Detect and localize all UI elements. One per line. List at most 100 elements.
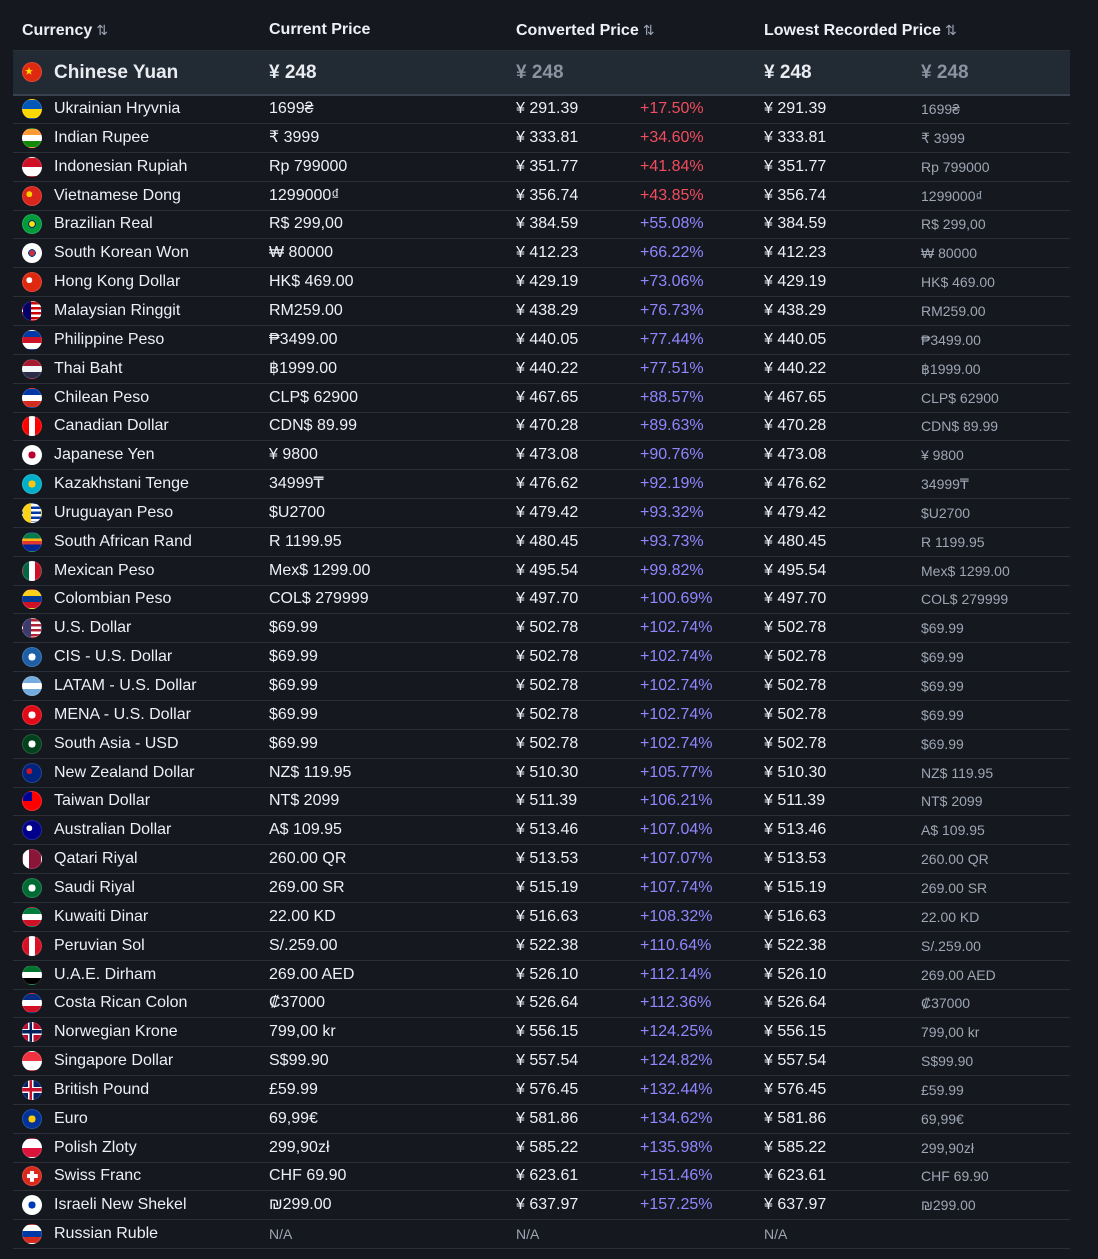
table-row[interactable]: British Pound £59.99 ¥ 576.45 +132.44% ¥ 576… — [13, 1076, 1070, 1105]
table-row[interactable]: South African Rand R 1199.95 ¥ 480.45 +93.7… — [13, 528, 1070, 557]
currency-column-header[interactable]: Currency ⇅ — [22, 20, 108, 40]
table-row[interactable]: Indonesian Rupiah Rp 799000 ¥ 351.77 +41.84… — [13, 153, 1070, 182]
table-row[interactable]: Taiwan Dollar NT$ 2099 ¥ 511.39 +106.21% ¥ 5… — [13, 787, 1070, 817]
currency-name: Swiss Franc — [54, 1167, 142, 1185]
price-difference-percent: +105.77% — [640, 763, 713, 781]
converted-price: ¥ 515.19 — [516, 878, 579, 896]
country-flag-icon — [22, 214, 42, 235]
lowest-recorded-price: ¥ 356.74 — [764, 186, 827, 204]
table-row[interactable]: U.A.E. Dirham 269.00 AED ¥ 526.10 +112.14% ¥… — [13, 961, 1070, 990]
table-row[interactable]: Qatari Riyal 260.00 QR ¥ 513.53 +107.07% ¥ 5… — [13, 845, 1070, 875]
table-row[interactable]: MENA - U.S. Dollar $69.99 ¥ 502.78 +102.74%… — [13, 701, 1070, 730]
currency-name: Kazakhstani Tenge — [54, 475, 189, 493]
converted-price: ¥ 556.15 — [516, 1023, 579, 1041]
table-row[interactable]: Russian Ruble N/A N/A N/A — [13, 1220, 1070, 1250]
lowest-recorded-raw-price: S$99.90 — [921, 1053, 974, 1070]
currency-name: New Zealand Dollar — [54, 763, 195, 781]
table-row[interactable]: Australian Dollar A$ 109.95 ¥ 513.46 +107.0… — [13, 816, 1070, 846]
table-row[interactable]: Israeli New Shekel ₪299.00 ¥ 637.97 +157.25… — [13, 1191, 1070, 1221]
currency-name: Brazilian Real — [54, 215, 153, 233]
current-price: Rp 799000 — [269, 157, 348, 175]
table-row[interactable]: South Korean Won ₩ 80000 ¥ 412.23 +66.22% ¥ … — [13, 239, 1070, 269]
lowest-recorded-raw-price: 799,00 kr — [921, 1024, 980, 1041]
converted-price: ¥ 526.64 — [516, 994, 579, 1012]
lowest-recorded-raw-price: 69,99€ — [921, 1110, 964, 1127]
lowest-recorded-price-column-header[interactable]: Lowest Recorded Price ⇅ — [764, 20, 957, 40]
current-price: ₹ 3999 — [269, 128, 320, 146]
currency-name: Canadian Dollar — [54, 417, 169, 435]
country-flag-icon — [22, 358, 42, 379]
country-flag-icon — [22, 1079, 42, 1100]
current-price: $U2700 — [269, 503, 326, 521]
current-price: COL$ 279999 — [269, 590, 369, 608]
price-difference-percent: +88.57% — [640, 388, 704, 406]
country-flag-icon — [22, 647, 42, 668]
price-difference-percent: +110.64% — [640, 936, 712, 954]
table-row[interactable]: LATAM - U.S. Dollar $69.99 ¥ 502.78 +102.74… — [13, 672, 1070, 701]
currency-name: Vietnamese Dong — [54, 186, 181, 204]
table-row[interactable]: Chilean Peso CLP$ 62900 ¥ 467.65 +88.57% ¥ 4… — [13, 384, 1070, 413]
price-difference-percent: +124.25% — [640, 1023, 713, 1041]
lowest-recorded-raw-price: CHF 69.90 — [921, 1168, 989, 1185]
converted-price: ¥ 576.45 — [516, 1080, 579, 1098]
lowest-recorded-price: ¥ 585.22 — [764, 1138, 827, 1156]
table-row[interactable]: Singapore Dollar S$99.90 ¥ 557.54 +124.82% ¥… — [13, 1047, 1070, 1077]
table-row[interactable]: Thai Baht ฿1999.00 ¥ 440.22 +77.51% ¥ 440.22… — [13, 355, 1070, 384]
currency-name: U.A.E. Dirham — [54, 965, 157, 983]
table-row[interactable]: Kuwaiti Dinar 22.00 KD ¥ 516.63 +108.32% ¥ 5… — [13, 903, 1070, 932]
converted-price-column-header[interactable]: Converted Price ⇅ — [516, 20, 654, 40]
price-difference-percent: +34.60% — [640, 128, 704, 146]
country-flag-icon — [22, 416, 42, 437]
country-flag-icon — [22, 877, 42, 898]
lowest-recorded-price: ¥ 556.15 — [764, 1023, 827, 1041]
table-row[interactable]: Peruvian Sol S/.259.00 ¥ 522.38 +110.64% ¥ 5… — [13, 932, 1070, 961]
lowest-recorded-price-header-label: Lowest Recorded Price — [764, 22, 941, 39]
country-flag-icon — [22, 964, 42, 985]
table-row[interactable]: Indian Rupee ₹ 3999 ¥ 333.81 +34.60% ¥ 333.8… — [13, 124, 1070, 153]
table-row[interactable]: Mexican Peso Mex$ 1299.00 ¥ 495.54 +99.82% ¥… — [13, 557, 1070, 586]
table-row[interactable]: Costa Rican Colon ₡37000 ¥ 526.64 +112.36% ¥… — [13, 989, 1070, 1019]
table-row[interactable]: Malaysian Ringgit RM259.00 ¥ 438.29 +76.73%… — [13, 297, 1070, 326]
country-flag-icon — [22, 849, 42, 870]
table-row[interactable]: Polish Zloty 299,90zł ¥ 585.22 +135.98% ¥ 58… — [13, 1134, 1070, 1163]
lowest-recorded-raw-price: ¥ 9800 — [921, 447, 964, 464]
featured-current-price: ¥ 248 — [269, 62, 317, 83]
table-row[interactable]: Saudi Riyal 269.00 SR ¥ 515.19 +107.74% ¥ 51… — [13, 874, 1070, 903]
converted-price-header-label: Converted Price — [516, 22, 639, 39]
table-row[interactable]: Colombian Peso COL$ 279999 ¥ 497.70 +100.69… — [13, 585, 1070, 615]
converted-price: N/A — [516, 1226, 540, 1243]
table-row[interactable]: New Zealand Dollar NZ$ 119.95 ¥ 510.30 +105… — [13, 759, 1070, 788]
price-difference-percent: +102.74% — [640, 705, 713, 723]
price-difference-percent: +106.21% — [640, 792, 713, 810]
table-row[interactable]: Philippine Peso ₱3499.00 ¥ 440.05 +77.44% ¥ … — [13, 326, 1070, 355]
table-row[interactable]: Japanese Yen ¥ 9800 ¥ 473.08 +90.76% ¥ 473.0… — [13, 441, 1070, 471]
country-flag-icon — [22, 531, 42, 552]
table-row[interactable]: U.S. Dollar $69.99 ¥ 502.78 +102.74% ¥ 502.7… — [13, 614, 1070, 644]
currency-name: LATAM - U.S. Dollar — [54, 677, 197, 694]
table-row[interactable]: Ukrainian Hryvnia 1699₴ ¥ 291.39 +17.50% ¥ 2… — [13, 95, 1070, 124]
table-row[interactable]: Swiss Franc CHF 69.90 ¥ 623.61 +151.46% ¥ 62… — [13, 1162, 1070, 1192]
country-flag-icon — [22, 935, 42, 956]
table-row[interactable]: CIS - U.S. Dollar $69.99 ¥ 502.78 +102.74% ¥… — [13, 643, 1070, 673]
sort-arrows-icon: ⇅ — [642, 22, 655, 38]
country-flag-icon — [22, 445, 42, 466]
lowest-recorded-price: ¥ 511.39 — [764, 792, 826, 810]
lowest-recorded-price: ¥ 291.39 — [764, 100, 827, 117]
table-row[interactable]: Euro 69,99€ ¥ 581.86 +134.62% ¥ 581.86 69,99€ — [13, 1105, 1070, 1134]
lowest-recorded-raw-price: $69.99 — [921, 735, 964, 752]
table-row[interactable]: Canadian Dollar CDN$ 89.99 ¥ 470.28 +89.63%… — [13, 412, 1070, 442]
converted-price: ¥ 502.78 — [516, 677, 579, 694]
current-price: 799,00 kr — [269, 1023, 336, 1041]
current-price: Mex$ 1299.00 — [269, 561, 371, 579]
table-row[interactable]: Kazakhstani Tenge 34999₸ ¥ 476.62 +92.19% ¥ … — [13, 470, 1070, 500]
table-row[interactable]: Norwegian Krone 799,00 kr ¥ 556.15 +124.25%… — [13, 1018, 1070, 1048]
table-row[interactable]: Uruguayan Peso $U2700 ¥ 479.42 +93.32% ¥ 479… — [13, 499, 1070, 528]
lowest-recorded-raw-price: NZ$ 119.95 — [921, 764, 994, 781]
table-row[interactable]: South Asia - USD $69.99 ¥ 502.78 +102.74% ¥ … — [13, 730, 1070, 759]
table-row[interactable]: Vietnamese Dong 1299000₫ ¥ 356.74 +43.85% ¥ … — [13, 182, 1070, 211]
table-row[interactable]: Hong Kong Dollar HK$ 469.00 ¥ 429.19 +73.06… — [13, 268, 1070, 298]
table-row[interactable]: Brazilian Real R$ 299,00 ¥ 384.59 +55.08% ¥ … — [13, 210, 1070, 240]
country-flag-icon — [22, 560, 42, 581]
price-difference-percent: +102.74% — [640, 734, 713, 752]
price-difference-percent: +17.50% — [640, 100, 704, 117]
